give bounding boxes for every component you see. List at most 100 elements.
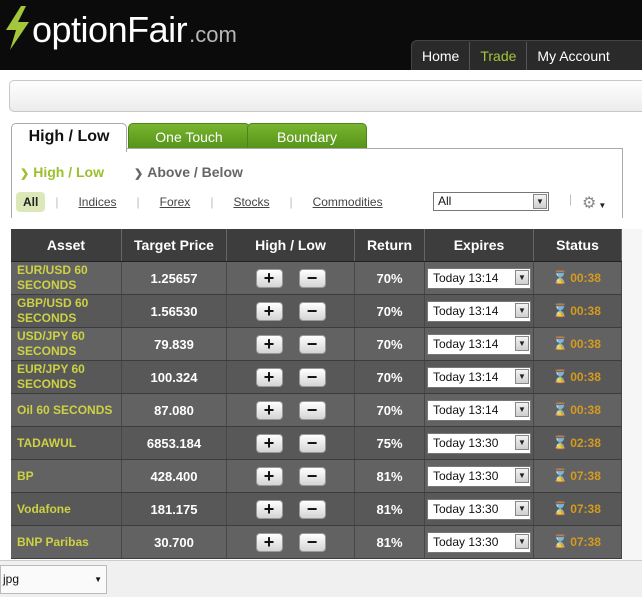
low-button[interactable]: − bbox=[298, 433, 326, 453]
subtab-above-below[interactable]: ❯ Above / Below bbox=[134, 164, 243, 180]
expires-value: Today 13:30 bbox=[433, 501, 499, 516]
filter-all[interactable]: All bbox=[16, 192, 46, 212]
high-button[interactable]: + bbox=[255, 433, 283, 453]
tab-one-touch[interactable]: One Touch bbox=[128, 123, 250, 149]
low-button[interactable]: − bbox=[298, 367, 326, 387]
expires-select[interactable]: Today 13:14 ▼ bbox=[427, 267, 531, 289]
expires-select[interactable]: Today 13:14 ▼ bbox=[427, 366, 531, 388]
brand-name: optionFair bbox=[32, 9, 188, 50]
high-button[interactable]: + bbox=[255, 334, 283, 354]
chevron-down-icon[interactable]: ▼ bbox=[515, 335, 529, 351]
chevron-down-icon[interactable]: ▼ bbox=[515, 302, 529, 318]
low-button[interactable]: − bbox=[298, 499, 326, 519]
expires-select[interactable]: Today 13:30 ▼ bbox=[427, 498, 531, 520]
subtab-high-low[interactable]: ❯ High / Low bbox=[20, 164, 104, 180]
return-value: 75% bbox=[355, 427, 425, 459]
status-cell: ⌛ 00:38 bbox=[534, 262, 622, 294]
col-expires: Expires bbox=[425, 229, 534, 261]
chevron-down-icon[interactable]: ▼ bbox=[515, 269, 529, 285]
divider: | bbox=[136, 195, 140, 209]
hourglass-icon: ⌛ bbox=[552, 402, 569, 417]
nav-trade[interactable]: Trade bbox=[470, 41, 528, 70]
chevron-down-icon: ▼ bbox=[598, 201, 607, 210]
status-countdown: 07:38 bbox=[570, 469, 601, 483]
high-button[interactable]: + bbox=[255, 400, 283, 420]
high-button[interactable]: + bbox=[255, 532, 283, 552]
tab-boundary[interactable]: Boundary bbox=[247, 123, 367, 149]
divider: | bbox=[55, 195, 59, 209]
gear-icon: ⚙ bbox=[582, 195, 597, 212]
filter-forex[interactable]: Forex bbox=[160, 195, 191, 209]
low-button[interactable]: − bbox=[298, 301, 326, 321]
top-nav: Home Trade My Account bbox=[411, 40, 642, 70]
target-price: 181.175 bbox=[122, 493, 227, 525]
hourglass-icon: ⌛ bbox=[552, 369, 569, 384]
asset-name[interactable]: Oil 60 SECONDS bbox=[11, 394, 122, 426]
status-countdown: 00:38 bbox=[570, 370, 601, 384]
nav-home[interactable]: Home bbox=[412, 41, 471, 70]
expires-select[interactable]: Today 13:30 ▼ bbox=[427, 432, 531, 454]
expires-value: Today 13:14 bbox=[433, 303, 499, 318]
download-bar: jpg ▼ bbox=[0, 560, 642, 597]
expires-select[interactable]: Today 13:14 ▼ bbox=[427, 399, 531, 421]
filter-select-value: All bbox=[438, 194, 452, 208]
table-row: EUR/USD 60 SECONDS 1.25657 + − 70% Today … bbox=[11, 262, 622, 295]
chevron-right-icon: ❯ bbox=[20, 168, 30, 180]
filter-commodities[interactable]: Commodities bbox=[313, 195, 383, 209]
filter-stocks[interactable]: Stocks bbox=[233, 195, 269, 209]
hourglass-icon: ⌛ bbox=[552, 468, 569, 483]
chevron-down-icon[interactable]: ▼ bbox=[515, 500, 529, 516]
high-button[interactable]: + bbox=[255, 466, 283, 486]
chevron-down-icon[interactable]: ▼ bbox=[515, 434, 529, 450]
high-button[interactable]: + bbox=[255, 301, 283, 321]
chevron-down-icon[interactable]: ▼ bbox=[515, 401, 529, 417]
high-low-buttons: + − bbox=[227, 460, 355, 492]
low-button[interactable]: − bbox=[298, 268, 326, 288]
expires-select[interactable]: Today 13:30 ▼ bbox=[427, 465, 531, 487]
expires-select[interactable]: Today 13:14 ▼ bbox=[427, 333, 531, 355]
asset-name[interactable]: EUR/JPY 60 SECONDS bbox=[11, 361, 122, 393]
asset-name[interactable]: BNP Paribas bbox=[11, 526, 122, 558]
chevron-down-icon[interactable]: ▼ bbox=[515, 467, 529, 483]
high-low-buttons: + − bbox=[227, 262, 355, 294]
low-button[interactable]: − bbox=[298, 466, 326, 486]
filter-indices[interactable]: Indices bbox=[78, 195, 116, 209]
chevron-down-icon[interactable]: ▼ bbox=[533, 194, 547, 209]
expires-select[interactable]: Today 13:14 ▼ bbox=[427, 300, 531, 322]
asset-name[interactable]: EUR/USD 60 SECONDS bbox=[11, 262, 122, 294]
low-button[interactable]: − bbox=[298, 400, 326, 420]
table-header: Asset Target Price High / Low Return Exp… bbox=[11, 229, 622, 262]
asset-name[interactable]: BP bbox=[11, 460, 122, 492]
asset-name[interactable]: Vodafone bbox=[11, 493, 122, 525]
target-price: 1.56530 bbox=[122, 295, 227, 327]
col-high-low: High / Low bbox=[227, 229, 355, 261]
settings-menu[interactable]: ⚙ ▼ bbox=[582, 193, 606, 213]
nav-my-account[interactable]: My Account bbox=[527, 42, 619, 70]
low-button[interactable]: − bbox=[298, 532, 326, 552]
chevron-down-icon[interactable]: ▼ bbox=[515, 533, 529, 549]
logo[interactable]: optionFair .com bbox=[2, 6, 237, 50]
hourglass-icon: ⌛ bbox=[552, 303, 569, 318]
asset-name[interactable]: USD/JPY 60 SECONDS bbox=[11, 328, 122, 360]
chevron-down-icon[interactable]: ▼ bbox=[94, 566, 102, 593]
download-item[interactable]: jpg ▼ bbox=[0, 565, 107, 594]
asset-name[interactable]: GBP/USD 60 SECONDS bbox=[11, 295, 122, 327]
expires-value: Today 13:14 bbox=[433, 270, 499, 285]
expires-cell: Today 13:30 ▼ bbox=[425, 493, 534, 525]
high-button[interactable]: + bbox=[255, 499, 283, 519]
return-value: 70% bbox=[355, 361, 425, 393]
sub-bar bbox=[9, 80, 642, 112]
filter-select[interactable]: All ▼ bbox=[433, 192, 549, 211]
expires-value: Today 13:14 bbox=[433, 402, 499, 417]
target-price: 30.700 bbox=[122, 526, 227, 558]
status-countdown: 02:38 bbox=[570, 436, 601, 450]
asset-name[interactable]: TADAWUL bbox=[11, 427, 122, 459]
high-button[interactable]: + bbox=[255, 268, 283, 288]
sub-tabs: ❯ High / Low ❯ Above / Below bbox=[20, 164, 273, 180]
tab-high-low[interactable]: High / Low bbox=[11, 123, 127, 152]
high-button[interactable]: + bbox=[255, 367, 283, 387]
expires-cell: Today 13:14 ▼ bbox=[425, 394, 534, 426]
expires-select[interactable]: Today 13:30 ▼ bbox=[427, 531, 531, 553]
low-button[interactable]: − bbox=[298, 334, 326, 354]
chevron-down-icon[interactable]: ▼ bbox=[515, 368, 529, 384]
